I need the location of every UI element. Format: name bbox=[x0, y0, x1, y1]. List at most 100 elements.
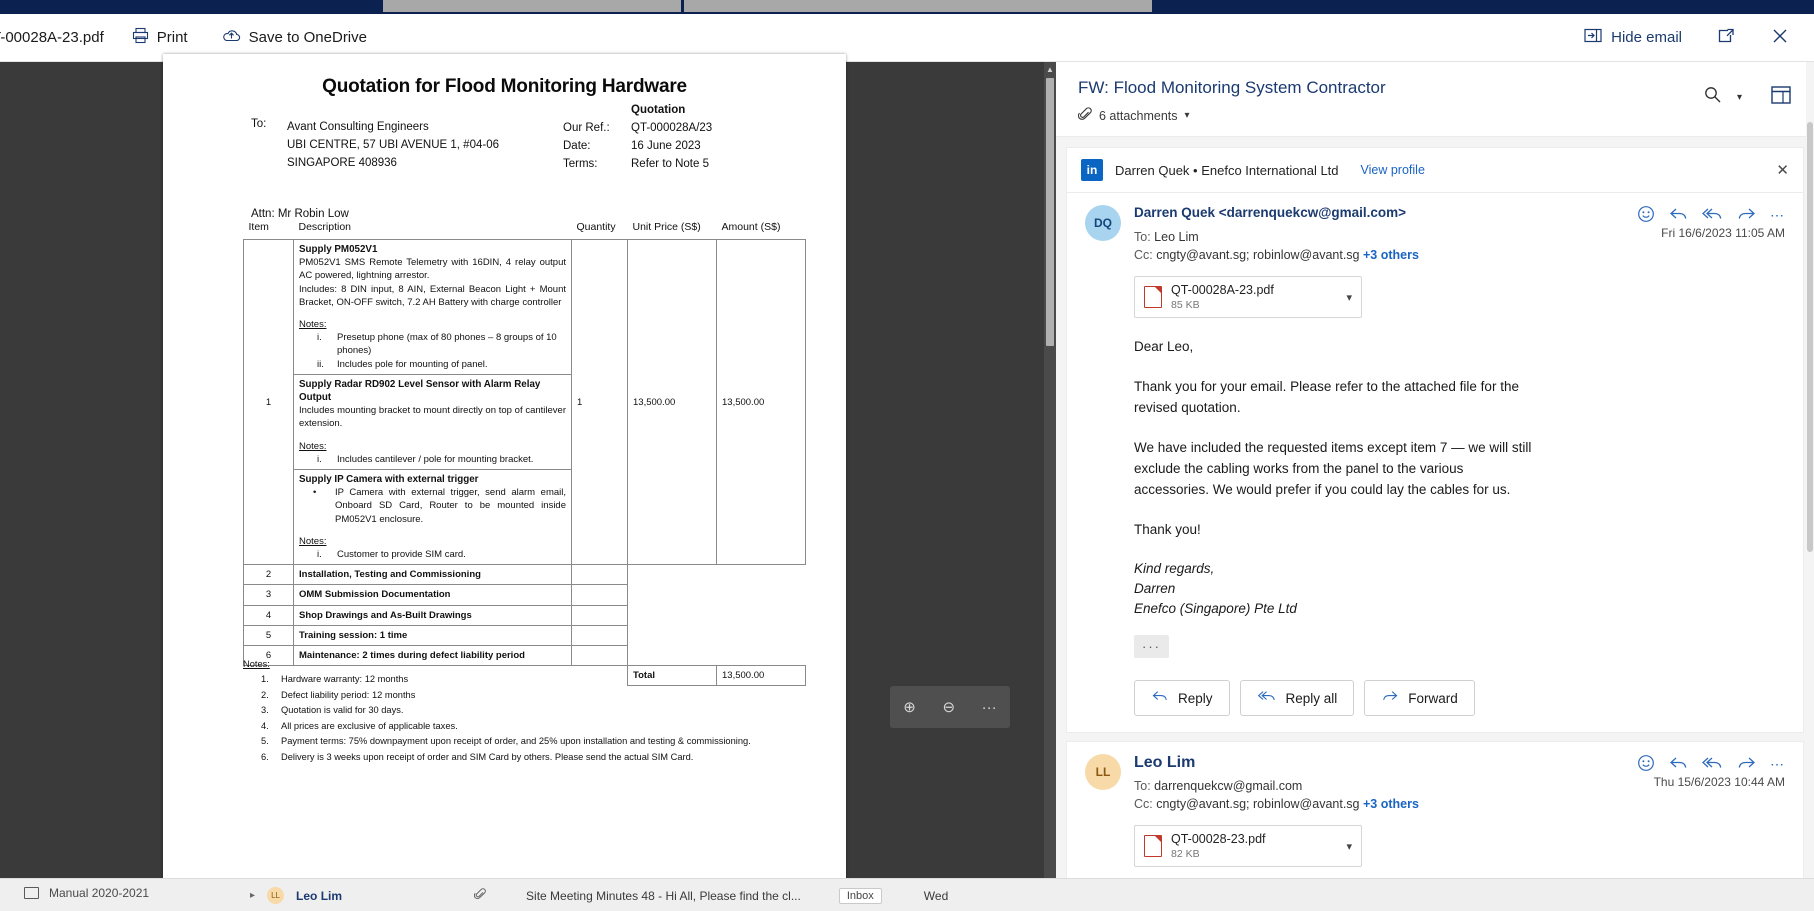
react-emoji-icon[interactable] bbox=[1637, 754, 1655, 775]
hide-email-button[interactable]: Hide email bbox=[1578, 24, 1688, 51]
document-notes-list: 1. Hardware warranty: 12 months 2. Defect … bbox=[243, 672, 823, 765]
body-paragraph: Dear Leo, bbox=[1134, 339, 1194, 354]
row2-quantity bbox=[571, 564, 628, 586]
list-item: i. Presetup phone (max of 80 phones – 8 g… bbox=[299, 331, 566, 357]
note-text: Hardware warranty: 12 months bbox=[281, 674, 409, 684]
to-line-3: SINGAPORE 408936 bbox=[287, 157, 397, 169]
zoom-in-icon[interactable]: ⊕ bbox=[903, 698, 916, 716]
row4-unit-price bbox=[628, 605, 717, 625]
open-in-new-window-button[interactable] bbox=[1710, 23, 1742, 53]
item1-amount: 13,500.00 bbox=[716, 238, 806, 566]
col-item: Item bbox=[248, 221, 269, 233]
note-marker: ii. bbox=[317, 358, 324, 370]
note-marker: 4. bbox=[261, 720, 269, 731]
background-message-row[interactable]: ▸ LL Leo Lim Site Meeting Minutes 48 - H… bbox=[250, 887, 948, 904]
forward-button[interactable]: Forward bbox=[1364, 680, 1475, 716]
bullet-icon: • bbox=[313, 487, 317, 499]
note-text: All prices are exclusive of applicable t… bbox=[281, 720, 458, 731]
view-profile-link[interactable]: View profile bbox=[1361, 163, 1425, 177]
note-text: Defect liability period: 12 months bbox=[281, 689, 416, 700]
reply-icon[interactable] bbox=[1669, 206, 1688, 225]
table-row: 2 Installation, Testing and Commissionin… bbox=[243, 564, 806, 586]
pdf-scrollbar[interactable]: ▲ ▼ bbox=[1044, 62, 1056, 911]
row2-unit-price bbox=[628, 565, 717, 585]
terms-label: Terms: bbox=[563, 158, 598, 170]
message-2-from: Leo Lim bbox=[1134, 754, 1196, 771]
message-1-timestamp: Fri 16/6/2023 11:05 AM bbox=[1661, 226, 1785, 240]
attachments-summary[interactable]: 6 attachments ▾ bbox=[1077, 107, 1703, 124]
react-emoji-icon[interactable] bbox=[1637, 205, 1655, 226]
row5-item: 5 bbox=[243, 624, 294, 647]
note-text: Includes pole for mounting of panel. bbox=[337, 358, 488, 370]
message-1-from: Darren Quek <darrenquekcw@gmail.com> bbox=[1134, 205, 1407, 220]
zoom-more-icon[interactable]: ··· bbox=[982, 699, 997, 716]
attachment-chevron-icon[interactable]: ▾ bbox=[1346, 840, 1352, 853]
signature-line: Darren bbox=[1134, 581, 1176, 596]
search-chevron-icon[interactable]: ▾ bbox=[1737, 92, 1742, 103]
external-window-icon bbox=[1716, 27, 1736, 49]
row2-amount bbox=[717, 565, 806, 585]
save-to-onedrive-button[interactable]: Save to OneDrive bbox=[216, 23, 373, 52]
more-actions-icon[interactable]: ⋯ bbox=[1770, 207, 1785, 224]
row2-item: 2 bbox=[243, 564, 294, 586]
message-1-cc-line: Cc: cngty@avant.sg; robinlow@avant.sg +3… bbox=[1134, 248, 1645, 262]
pdf-filename-label: T-00028A-23.pdf bbox=[0, 29, 104, 46]
forward-icon[interactable] bbox=[1737, 206, 1756, 225]
item1-block3: Supply IP Camera with external trigger •… bbox=[293, 469, 572, 566]
cc-more-link[interactable]: +3 others bbox=[1363, 248, 1419, 262]
recipient-address: To: Avant Consulting Engineers UBI CENTR… bbox=[251, 118, 581, 172]
col-description: Description bbox=[298, 221, 352, 233]
dismiss-linkedin-icon[interactable]: ✕ bbox=[1776, 161, 1789, 179]
message-2-actions: ⋯ bbox=[1637, 754, 1785, 775]
taskbar-left[interactable]: Manual 2020-2021 bbox=[24, 886, 149, 900]
search-email-icon[interactable] bbox=[1703, 85, 1723, 110]
zoom-controls[interactable]: ⊕ ⊖ ··· bbox=[890, 686, 1010, 728]
col-quantity: Quantity bbox=[576, 221, 616, 233]
email-scrollbar-thumb[interactable] bbox=[1807, 122, 1813, 552]
folder-badge: Inbox bbox=[838, 887, 882, 904]
table-row: 3 OMM Submission Documentation bbox=[243, 584, 806, 606]
reply-icon[interactable] bbox=[1669, 755, 1688, 774]
quotation-meta: Quotation Our Ref.: QT-000028A/23 Date: 16… bbox=[563, 104, 823, 173]
body-paragraph: Thank you for your email. Please refer t… bbox=[1134, 379, 1519, 415]
block2-heading: Supply Radar RD902 Level Sensor with Ala… bbox=[299, 378, 541, 404]
reply-all-button[interactable]: Reply all bbox=[1239, 680, 1355, 716]
item1-block2: Supply Radar RD902 Level Sensor with Ala… bbox=[293, 373, 572, 471]
more-actions-icon[interactable]: ⋯ bbox=[1770, 756, 1785, 773]
our-ref-label: Our Ref.: bbox=[563, 122, 610, 134]
zoom-out-icon[interactable]: ⊖ bbox=[942, 698, 955, 716]
chevron-right-icon[interactable]: ▸ bbox=[250, 890, 255, 901]
message-1-reply-buttons: Reply Reply all Forward bbox=[1134, 680, 1785, 716]
print-button[interactable]: Print bbox=[126, 23, 194, 52]
forward-icon[interactable] bbox=[1737, 755, 1756, 774]
reply-all-label: Reply all bbox=[1285, 690, 1338, 706]
note-marker: i. bbox=[317, 453, 322, 465]
attachment-chevron-icon[interactable]: ▾ bbox=[1346, 291, 1352, 304]
list-item: 3. Quotation is valid for 30 days. bbox=[243, 703, 823, 719]
cc-more-link[interactable]: +3 others bbox=[1363, 797, 1419, 811]
reply-button[interactable]: Reply bbox=[1134, 680, 1230, 716]
title-strip-segment-2 bbox=[684, 0, 1152, 12]
list-item: 2. Defect liability period: 12 months bbox=[243, 688, 823, 704]
scrollbar-thumb[interactable] bbox=[1046, 78, 1054, 346]
row5-amount bbox=[717, 625, 806, 645]
message-2-attachment[interactable]: QT-00028-23.pdf 82 KB ▾ bbox=[1134, 825, 1362, 867]
expand-quoted-text-button[interactable]: ··· bbox=[1134, 635, 1169, 658]
message-2-timestamp: Thu 15/6/2023 10:44 AM bbox=[1653, 775, 1785, 789]
reply-all-icon[interactable] bbox=[1702, 755, 1723, 774]
calendar-icon[interactable] bbox=[1770, 84, 1792, 111]
close-button[interactable] bbox=[1764, 22, 1796, 54]
linkedin-logo-text: in bbox=[1086, 163, 1098, 177]
printer-icon bbox=[132, 27, 149, 48]
email-scrollbar[interactable] bbox=[1806, 62, 1814, 911]
table-row: 1 Supply PM052V1 PM052V1 SMS Remote Tele… bbox=[243, 238, 806, 566]
quotation-heading: Quotation bbox=[631, 104, 686, 116]
row5-quantity bbox=[571, 624, 628, 647]
reply-all-icon[interactable] bbox=[1702, 206, 1723, 225]
scroll-up-icon[interactable]: ▲ bbox=[1044, 62, 1056, 76]
list-item: 5. Payment terms: 75% downpayment upon re… bbox=[243, 734, 823, 750]
message-1-attachment[interactable]: QT-00028A-23.pdf 85 KB ▾ bbox=[1134, 276, 1362, 318]
pdf-file-icon bbox=[1144, 286, 1162, 308]
chevron-down-icon[interactable]: ▾ bbox=[1185, 110, 1190, 121]
pdf-viewer: Quotation for Flood Monitoring Hardware … bbox=[0, 54, 1056, 911]
